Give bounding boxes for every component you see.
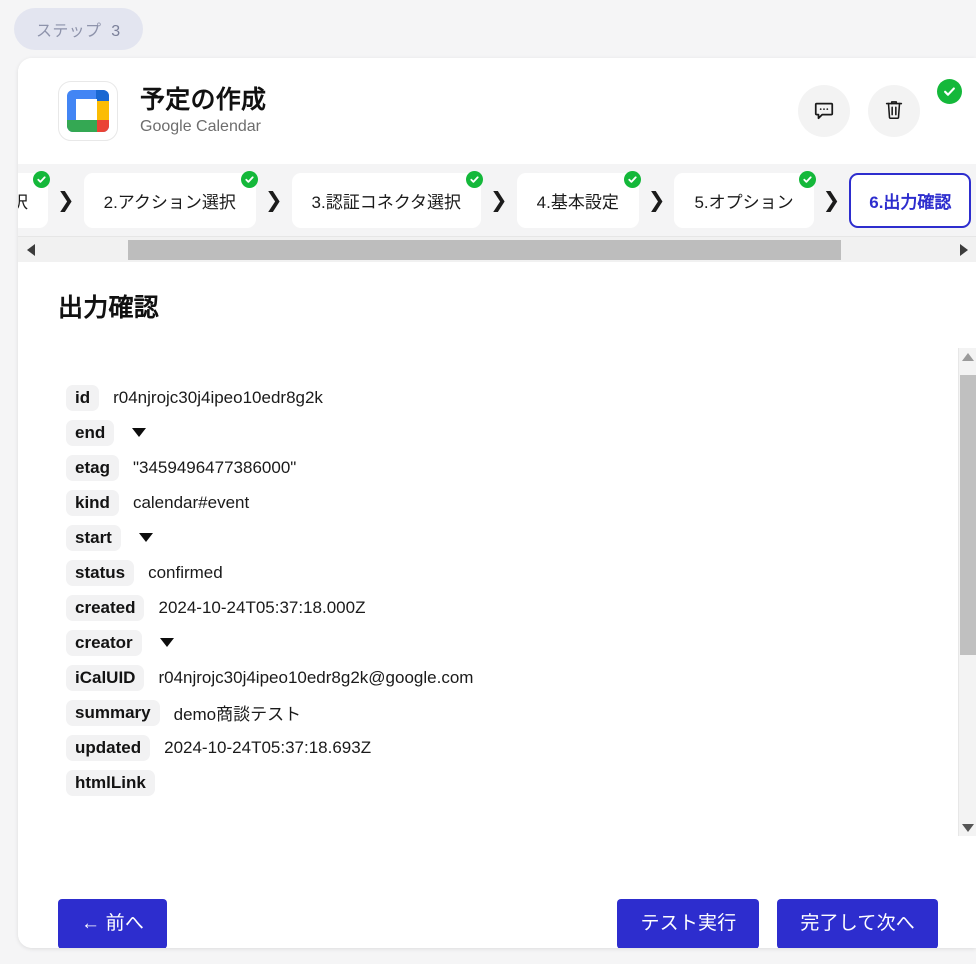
check-circle-icon	[942, 84, 957, 99]
output-field-row: creator	[66, 625, 976, 660]
tab-separator-icon: ❯	[822, 188, 841, 212]
scroll-left-arrow[interactable]	[18, 237, 44, 263]
output-field-value: 2024-10-24T05:37:18.693Z	[164, 737, 372, 757]
tab-complete-check-icon	[240, 170, 258, 188]
comment-button[interactable]	[798, 85, 850, 137]
step-tab-3[interactable]: 3.認証コネクタ選択	[291, 170, 484, 228]
output-field-key: end	[66, 419, 115, 446]
output-field-row: start	[66, 520, 976, 555]
step-tab-6[interactable]: 6.出力確認	[849, 172, 972, 228]
output-field-value: 2024-10-24T05:37:18.000Z	[158, 597, 366, 617]
output-field-row: summary demo商談テスト	[66, 695, 976, 730]
output-field-key: etag	[66, 454, 119, 481]
step-tab-label: 5.オプション	[694, 192, 794, 212]
step-tabs: プリ選択 ❯ 2.アクション選択 ❯ 3.認証コネクタ選択 ❯ 4.基本設定 ❯ 5.オプション…	[18, 164, 976, 236]
output-scroll-area: id r04njrojc30j4ipeo10edr8g2k end etag "3459…	[18, 348, 976, 836]
step-tab-5[interactable]: 5.オプション	[674, 170, 816, 228]
output-field-value: r04njrojc30j4ipeo10edr8g2k	[113, 387, 323, 407]
output-field-key: creator	[66, 629, 142, 656]
scroll-right-arrow[interactable]	[950, 237, 976, 263]
tab-complete-check-icon	[623, 170, 641, 188]
output-field-value: "3459496477386000"	[132, 457, 297, 477]
step-tab-2[interactable]: 2.アクション選択	[83, 170, 258, 228]
tab-separator-icon: ❯	[264, 188, 283, 212]
step-badge-number: 3	[111, 23, 121, 40]
complete-next-button[interactable]: 完了して次へ	[777, 898, 938, 948]
output-field-key: created	[66, 594, 145, 621]
output-field-value: confirmed	[148, 562, 223, 582]
tab-separator-icon: ❯	[57, 188, 75, 212]
output-field-row: iCalUID r04njrojc30j4ipeo10edr8g2k@google…	[66, 660, 976, 695]
step-tab-label: 6.出力確認	[869, 192, 952, 212]
horizontal-scrollbar-thumb[interactable]	[128, 240, 841, 260]
card-footer: ← 前へ テスト実行 完了して次へ	[18, 874, 976, 948]
action-card: 予定の作成 Google Calendar 択 ❯ 2.アクション選択 ❯ 3.…	[18, 58, 976, 948]
page-title: 予定の作成	[140, 85, 267, 114]
vertical-scrollbar-thumb[interactable]	[960, 375, 976, 655]
output-field-row: etag "3459496477386000"	[66, 450, 976, 485]
section-title: 出力確認	[58, 294, 160, 322]
tab-separator-icon: ❯	[647, 188, 666, 212]
output-field-row: status confirmed	[66, 555, 976, 590]
output-field-key: kind	[66, 489, 119, 516]
output-field-key: htmlLink	[66, 769, 155, 796]
output-field-row: id r04njrojc30j4ipeo10edr8g2k	[66, 380, 976, 415]
step-tab-label: 2.アクション選択	[103, 192, 236, 212]
output-field-row: created 2024-10-24T05:37:18.000Z	[66, 590, 976, 625]
step-tab-label: プリ選択	[18, 192, 28, 212]
output-field-row: kind calendar#event	[66, 485, 976, 520]
run-test-button[interactable]: テスト実行	[617, 898, 760, 948]
status-badge	[937, 79, 962, 104]
output-field-key: status	[66, 559, 135, 586]
scroll-up-arrow[interactable]	[959, 348, 976, 366]
tab-complete-check-icon	[798, 170, 816, 188]
output-field-key: updated	[66, 734, 151, 761]
expand-caret-icon[interactable]	[138, 533, 153, 542]
output-field-row: htmlLink	[66, 765, 976, 800]
output-field-value: r04njrojc30j4ipeo10edr8g2k@google.com	[158, 667, 474, 687]
output-field-value: demo商談テスト	[173, 705, 302, 724]
comment-icon	[813, 99, 835, 124]
step-tab-label: 3.認証コネクタ選択	[311, 192, 462, 212]
app-subtitle: Google Calendar	[140, 118, 261, 136]
step-badge-label: ステップ	[36, 23, 102, 40]
trash-icon	[883, 98, 905, 125]
header-actions	[798, 85, 954, 137]
step-tab-label: 4.基本設定	[536, 192, 619, 212]
header-title-block: 予定の作成 Google Calendar	[140, 86, 266, 137]
google-calendar-logo	[58, 81, 118, 141]
step-badge-row: ステップ 3	[0, 0, 976, 58]
step-tab-4[interactable]: 4.基本設定	[516, 170, 641, 228]
output-field-key: start	[66, 524, 121, 551]
card-header: 予定の作成 Google Calendar	[18, 58, 976, 164]
delete-button[interactable]	[868, 85, 920, 137]
output-field-value: calendar#event	[132, 492, 250, 512]
output-field-row: updated 2024-10-24T05:37:18.693Z	[66, 730, 976, 765]
output-field-key: iCalUID	[66, 664, 145, 691]
step-badge: ステップ 3	[14, 8, 143, 50]
output-field-key: id	[66, 384, 100, 411]
horizontal-scrollbar-track[interactable]	[44, 237, 950, 262]
output-field-key: summary	[66, 699, 160, 726]
scroll-down-arrow[interactable]	[959, 818, 976, 836]
card-body: 出力確認 id r04njrojc30j4ipeo10edr8g2k end etag…	[18, 262, 976, 874]
step-tab-1[interactable]: プリ選択	[18, 170, 50, 228]
horizontal-scrollbar[interactable]	[18, 236, 976, 262]
output-field-row: end	[66, 415, 976, 450]
vertical-scrollbar[interactable]	[958, 348, 976, 836]
tab-complete-check-icon	[33, 170, 50, 188]
expand-caret-icon[interactable]	[132, 428, 147, 437]
tab-separator-icon: ❯	[490, 188, 508, 212]
back-button[interactable]: ← 前へ	[58, 898, 168, 948]
expand-caret-icon[interactable]	[159, 638, 174, 647]
tab-complete-check-icon	[466, 170, 484, 188]
